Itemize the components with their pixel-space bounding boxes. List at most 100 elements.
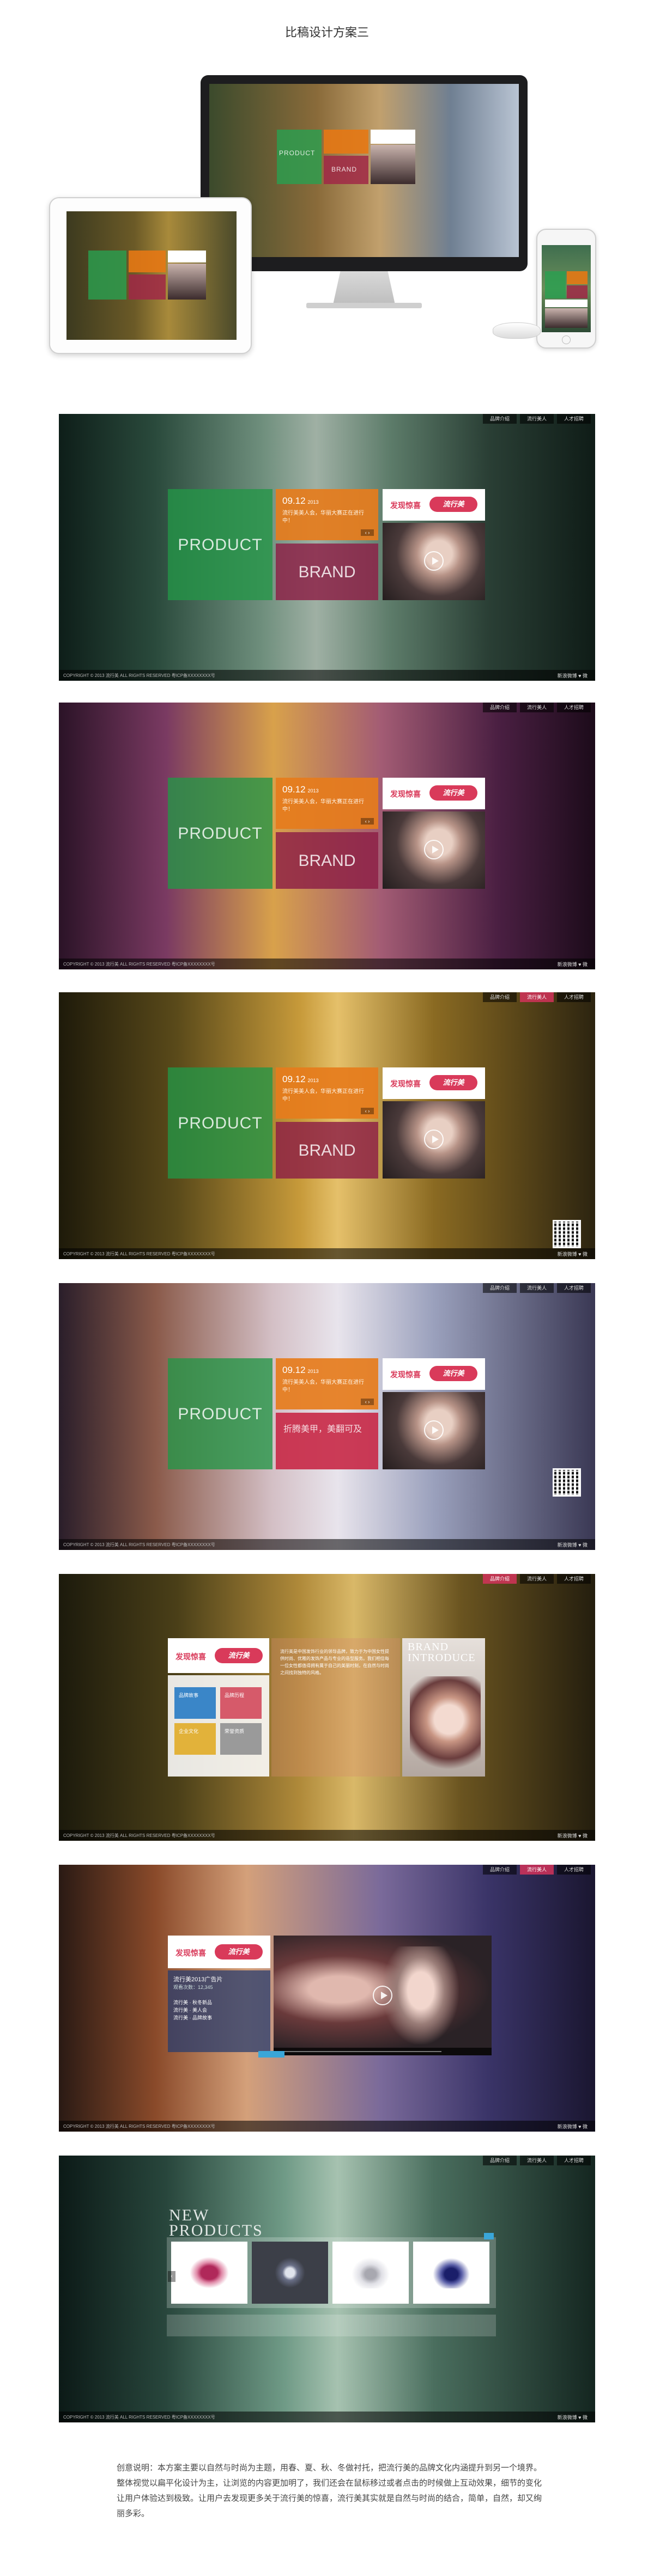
news-date: 09.12 2013 xyxy=(282,1074,319,1084)
product-card[interactable] xyxy=(171,2242,247,2304)
nav-item[interactable]: 人才招聘 xyxy=(557,1574,591,1584)
model-photo[interactable] xyxy=(383,811,485,889)
menu-item-brand-history[interactable]: 品牌历程 xyxy=(220,1687,262,1719)
menu-item-culture[interactable]: 企业文化 xyxy=(174,1723,216,1755)
product-label: PRODUCT xyxy=(178,1114,263,1132)
news-tile[interactable]: 09.12 2013 流行美美人会，华丽大赛正在进行中！ ‹ › xyxy=(276,489,378,540)
product-tile[interactable]: PRODUCT xyxy=(168,489,272,600)
social-links[interactable]: 新浪微博 ♥ 微 xyxy=(558,2414,588,2421)
nav-item[interactable]: 人才招聘 xyxy=(557,703,591,712)
play-icon[interactable] xyxy=(424,1420,444,1440)
nav-item[interactable]: 流行美人 xyxy=(520,992,554,1002)
logo-text: 发现惊喜 xyxy=(390,790,421,798)
news-date: 09.12 2013 xyxy=(282,1365,319,1375)
nav-item[interactable]: 人才招聘 xyxy=(557,992,591,1002)
news-arrows[interactable]: ‹ › xyxy=(361,529,374,536)
social-links[interactable]: 新浪微博 ♥ 微 xyxy=(558,1541,588,1548)
play-icon[interactable] xyxy=(424,840,444,859)
social-links[interactable]: 新浪微博 ♥ 微 xyxy=(558,1250,588,1258)
nav-item[interactable]: 人才招聘 xyxy=(557,414,591,424)
nav-item[interactable]: 人才招聘 xyxy=(557,1283,591,1293)
page-title: 比稿设计方案三 xyxy=(284,26,369,39)
logo-badge: 流行美 xyxy=(429,497,477,512)
nav-item[interactable]: 流行美人 xyxy=(520,703,554,712)
news-tile[interactable]: 09.12 2013 流行美美人会，华丽大赛正在进行中！ ‹ › xyxy=(276,1067,378,1119)
screen-new-products: 品牌介绍 流行美人 人才招聘 NEW PRODUCTS ‹ COPYRIGHT … xyxy=(59,2156,595,2422)
video-list-item[interactable]: 流行美 · 品牌故事 xyxy=(173,2014,265,2022)
product-carousel xyxy=(167,2237,496,2308)
logo-text: 发现惊喜 xyxy=(390,501,421,510)
qr-code-icon[interactable] xyxy=(553,1220,581,1248)
footer: COPYRIGHT © 2013 流行美 ALL RIGHTS RESERVED… xyxy=(59,2121,595,2132)
brand-logo[interactable]: 发现惊喜 流行美 xyxy=(383,489,485,521)
top-nav: 品牌介绍 流行美人 人才招聘 xyxy=(483,1283,591,1293)
brand-logo[interactable]: 发现惊喜 流行美 xyxy=(168,1936,270,1968)
social-links[interactable]: 新浪微博 ♥ 微 xyxy=(558,961,588,968)
news-arrows[interactable]: ‹ › xyxy=(361,818,374,825)
product-card[interactable] xyxy=(332,2242,409,2304)
brand-logo[interactable]: 发现惊喜 流行美 xyxy=(383,778,485,809)
video-list-item[interactable]: 流行美 · 秋冬新品 xyxy=(173,1999,265,2006)
logo-badge: 流行美 xyxy=(429,1366,477,1381)
brand-logo[interactable]: 发现惊喜 流行美 xyxy=(168,1638,269,1673)
social-links[interactable]: 新浪微博 ♥ 微 xyxy=(558,2123,588,2130)
nav-item[interactable]: 品牌介绍 xyxy=(483,1574,517,1584)
news-arrows[interactable]: ‹ › xyxy=(361,1108,374,1114)
qr-code-icon[interactable] xyxy=(553,1468,581,1497)
nav-item[interactable]: 品牌介绍 xyxy=(483,414,517,424)
footer: COPYRIGHT © 2013 流行美 ALL RIGHTS RESERVED… xyxy=(59,2412,595,2422)
brand-tile-hover[interactable]: 折腾美甲，美翻可及 xyxy=(276,1413,378,1469)
news-text: 流行美美人会，华丽大赛正在进行中！ xyxy=(282,1379,364,1393)
product-tile[interactable]: PRODUCT xyxy=(168,1358,272,1469)
model-photo[interactable] xyxy=(383,523,485,600)
news-date: 09.12 2013 xyxy=(282,784,319,795)
news-arrows[interactable]: ‹ › xyxy=(361,1399,374,1405)
video-player[interactable] xyxy=(274,1936,492,2055)
news-tile[interactable]: 09.12 2013 流行美美人会，华丽大赛正在进行中！ ‹ › xyxy=(276,1358,378,1409)
nav-item[interactable]: 流行美人 xyxy=(520,1865,554,1875)
carousel-prev-button[interactable]: ‹ xyxy=(168,2271,175,2282)
brand-tile[interactable]: BRAND xyxy=(276,544,378,600)
nav-item[interactable]: 流行美人 xyxy=(520,2156,554,2165)
video-list-item[interactable]: 流行美 · 美人会 xyxy=(173,2006,265,2014)
product-tile[interactable]: PRODUCT xyxy=(168,778,272,889)
phone-screen xyxy=(542,245,591,332)
copyright: COPYRIGHT © 2013 流行美 ALL RIGHTS RESERVED… xyxy=(63,1542,215,1547)
nav-item[interactable]: 品牌介绍 xyxy=(483,992,517,1002)
nav-item[interactable]: 品牌介绍 xyxy=(483,1283,517,1293)
product-tile[interactable]: PRODUCT xyxy=(168,1067,272,1179)
brand-tile[interactable]: BRAND xyxy=(276,832,378,889)
nav-item[interactable]: 流行美人 xyxy=(520,1574,554,1584)
model-photo[interactable] xyxy=(383,1392,485,1469)
copyright: COPYRIGHT © 2013 流行美 ALL RIGHTS RESERVED… xyxy=(63,673,215,678)
play-icon[interactable] xyxy=(424,1130,444,1149)
product-label: PRODUCT xyxy=(178,825,263,843)
menu-item-honors[interactable]: 荣誉资质 xyxy=(220,1723,262,1755)
brand-tile[interactable]: BRAND xyxy=(276,1122,378,1179)
copyright: COPYRIGHT © 2013 流行美 ALL RIGHTS RESERVED… xyxy=(63,962,215,967)
video-list-sub: 观看次数：12,345 xyxy=(173,1985,213,1990)
logo-badge: 流行美 xyxy=(429,1075,477,1090)
social-links[interactable]: 新浪微博 ♥ 微 xyxy=(558,672,588,679)
nav-item[interactable]: 流行美人 xyxy=(520,414,554,424)
menu-item-brand-story[interactable]: 品牌故事 xyxy=(174,1687,216,1719)
social-links[interactable]: 新浪微博 ♥ 微 xyxy=(558,1832,588,1839)
nav-item[interactable]: 人才招聘 xyxy=(557,2156,591,2165)
brand-logo[interactable]: 发现惊喜 流行美 xyxy=(383,1067,485,1099)
brand-label: BRAND xyxy=(298,1142,356,1159)
product-card[interactable] xyxy=(252,2242,328,2304)
model-photo[interactable] xyxy=(383,1101,485,1179)
logo-badge: 流行美 xyxy=(429,785,477,801)
nav-item[interactable]: 品牌介绍 xyxy=(483,703,517,712)
news-tile[interactable]: 09.12 2013 流行美美人会，华丽大赛正在进行中！ ‹ › xyxy=(276,778,378,829)
brand-logo[interactable]: 发现惊喜 流行美 xyxy=(383,1358,485,1390)
nav-item[interactable]: 人才招聘 xyxy=(557,1865,591,1875)
product-card[interactable] xyxy=(413,2242,489,2304)
play-icon[interactable] xyxy=(373,1986,392,2005)
nav-item[interactable]: 流行美人 xyxy=(520,1283,554,1293)
nav-item[interactable]: 品牌介绍 xyxy=(483,1865,517,1875)
screen-summer: 品牌介绍 流行美人 人才招聘 PRODUCT 09.12 2013 流行美美人会，… xyxy=(59,703,595,969)
video-progress-bar[interactable] xyxy=(274,2048,492,2055)
play-icon[interactable] xyxy=(424,551,444,571)
nav-item[interactable]: 品牌介绍 xyxy=(483,2156,517,2165)
